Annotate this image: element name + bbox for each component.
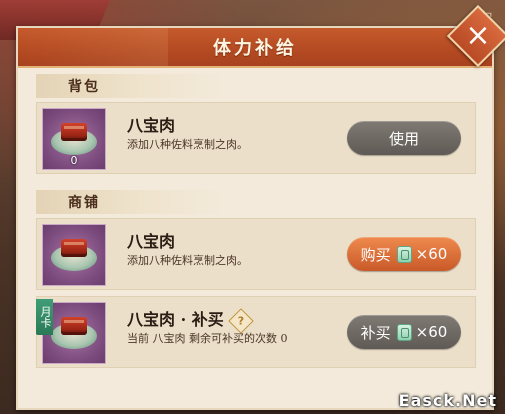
jade-currency-icon [396, 245, 412, 263]
shop-item-row: 八宝肉 添加八种佐料烹制之肉。 购买 ×60 [36, 218, 476, 290]
section-label-bag: 背包 [68, 79, 100, 95]
section-label-shop: 商铺 [68, 195, 100, 211]
use-button[interactable]: 使用 [347, 121, 461, 155]
jade-currency-icon [396, 323, 412, 341]
item-name: 八宝肉 [127, 232, 176, 251]
dialog-title: 体力补给 [213, 38, 297, 59]
close-icon: × [465, 18, 491, 53]
buy-button[interactable]: 购买 ×60 [347, 237, 461, 271]
item-name: 八宝肉 · 补买 [127, 310, 224, 329]
replenish-item-row: 月卡 八宝肉 · 补买? 当前 八宝肉 剩余可补买的次数 0 补买 ×60 [36, 296, 476, 368]
section-header-shop: 商铺 [36, 190, 226, 214]
watermark-text: Easck.Net [398, 391, 497, 410]
bag-item-row: 0 八宝肉 添加八种佐料烹制之肉。 使用 [36, 102, 476, 174]
replenish-button-label: 补买 [360, 323, 391, 342]
item-icon-bag[interactable]: 0 [42, 108, 106, 170]
stamina-supply-dialog: 体力补给 × 背包 0 八宝肉 添加八种佐料烹制之肉。 使用 商铺 八宝肉 添加… [16, 4, 505, 410]
meat-dish-icon [61, 317, 87, 335]
question-icon: ? [237, 314, 244, 327]
item-quantity: 0 [70, 154, 78, 167]
replenish-price: ×60 [415, 323, 448, 341]
item-icon-shop[interactable] [42, 224, 106, 286]
item-name-row: 八宝肉 · 补买? [127, 306, 254, 334]
replenish-button[interactable]: 补买 ×60 [347, 315, 461, 349]
item-name: 八宝肉 [127, 116, 176, 135]
meat-dish-icon [61, 123, 87, 141]
item-description: 添加八种佐料烹制之肉。 [127, 254, 248, 267]
buy-button-label: 购买 [360, 245, 391, 264]
buy-price: ×60 [415, 245, 448, 263]
item-description: 添加八种佐料烹制之肉。 [127, 138, 248, 151]
item-description: 当前 八宝肉 剩余可补买的次数 0 [127, 332, 288, 345]
meat-dish-icon [61, 239, 87, 257]
month-card-badge: 月卡 [36, 299, 53, 335]
use-button-label: 使用 [388, 129, 419, 148]
dialog-title-bar: 体力补给 [18, 28, 492, 68]
section-header-bag: 背包 [36, 74, 226, 98]
